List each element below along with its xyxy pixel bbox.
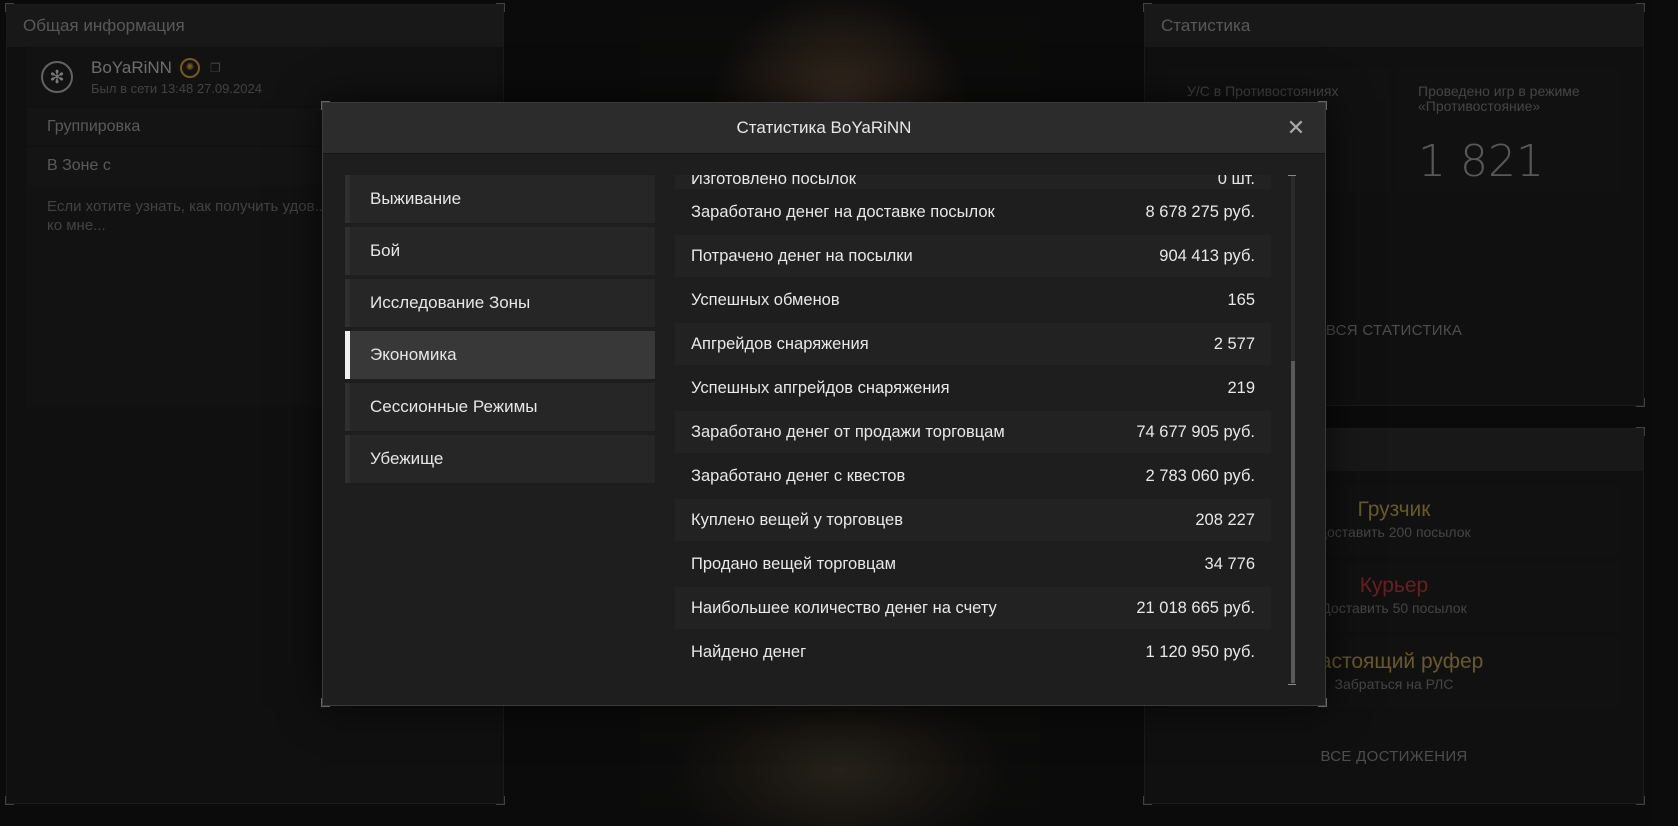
stat-label: Куплено вещей у торговцев bbox=[691, 511, 903, 529]
stat-value: 165 bbox=[1227, 291, 1255, 309]
stat-value: 21 018 665 руб. bbox=[1136, 599, 1255, 617]
stat-label: Заработано денег от продажи торговцам bbox=[691, 423, 1005, 441]
stat-value: 8 678 275 руб. bbox=[1145, 203, 1255, 221]
player-stats-modal: Статистика BoYaRiNN ✕ Выживание Бой Исслед… bbox=[321, 101, 1327, 707]
menu-item-3[interactable]: Экономика bbox=[345, 331, 655, 379]
modal-header: Статистика BoYaRiNN ✕ bbox=[323, 103, 1325, 154]
stat-row: Потрачено денег на посылки 904 413 руб. bbox=[675, 235, 1271, 277]
stat-label: Успешных апгрейдов снаряжения bbox=[691, 379, 950, 397]
stat-value: 2 783 060 руб. bbox=[1145, 467, 1255, 485]
stat-label: Апгрейдов снаряжения bbox=[691, 335, 869, 353]
stat-label: Успешных обменов bbox=[691, 291, 840, 309]
stat-value: 0 шт. bbox=[1217, 175, 1255, 188]
stat-row: Заработано денег от продажи торговцам 74 … bbox=[675, 411, 1271, 453]
stat-row: Продано вещей торговцам 34 776 bbox=[675, 543, 1271, 585]
stats-scrollbar[interactable] bbox=[1288, 175, 1296, 685]
stat-label: Наибольшее количество денег на счету bbox=[691, 599, 997, 617]
menu-item-5[interactable]: Убежище bbox=[345, 435, 655, 483]
stat-value: 208 227 bbox=[1195, 511, 1255, 529]
stat-row: Успешных апгрейдов снаряжения 219 bbox=[675, 367, 1271, 409]
stat-label: Продано вещей торговцам bbox=[691, 555, 896, 573]
stat-value: 219 bbox=[1227, 379, 1255, 397]
stats-category-menu: Выживание Бой Исследование Зоны Экономика Се… bbox=[345, 175, 655, 487]
stat-label: Заработано денег с квестов bbox=[691, 467, 906, 485]
stat-row: Найдено денег 1 120 950 руб. bbox=[675, 631, 1271, 673]
menu-item-1[interactable]: Бой bbox=[345, 227, 655, 275]
stat-label: Потрачено денег на посылки bbox=[691, 247, 913, 265]
stat-label: Заработано денег на доставке посылок bbox=[691, 203, 995, 221]
stat-row: Успешных обменов 165 bbox=[675, 279, 1271, 321]
menu-item-2[interactable]: Исследование Зоны bbox=[345, 279, 655, 327]
stat-value: 2 577 bbox=[1213, 335, 1255, 353]
stat-row: Заработано денег с квестов 2 783 060 руб. bbox=[675, 455, 1271, 497]
stat-value: 904 413 руб. bbox=[1159, 247, 1255, 265]
stat-row: Апгрейдов снаряжения 2 577 bbox=[675, 323, 1271, 365]
stat-row: Наибольшее количество денег на счету 21 0… bbox=[675, 587, 1271, 629]
menu-item-4[interactable]: Сессионные Режимы bbox=[345, 383, 655, 431]
stat-label: Изготовлено посылок bbox=[691, 175, 856, 188]
modal-title: Статистика BoYaRiNN bbox=[736, 118, 912, 137]
stat-row: Заработано денег на доставке посылок 8 67… bbox=[675, 191, 1271, 233]
stat-row-partial: Изготовлено посылок 0 шт. bbox=[675, 175, 1271, 189]
stats-list[interactable]: Изготовлено посылок 0 шт. Заработано денег… bbox=[675, 175, 1271, 683]
stat-value: 1 120 950 руб. bbox=[1145, 643, 1255, 661]
scrollbar-thumb[interactable] bbox=[1291, 361, 1295, 683]
close-icon[interactable]: ✕ bbox=[1281, 103, 1311, 153]
menu-item-0[interactable]: Выживание bbox=[345, 175, 655, 223]
stat-label: Найдено денег bbox=[691, 643, 807, 661]
stat-value: 74 677 905 руб. bbox=[1136, 423, 1255, 441]
stat-value: 34 776 bbox=[1204, 555, 1255, 573]
stat-row: Куплено вещей у торговцев 208 227 bbox=[675, 499, 1271, 541]
